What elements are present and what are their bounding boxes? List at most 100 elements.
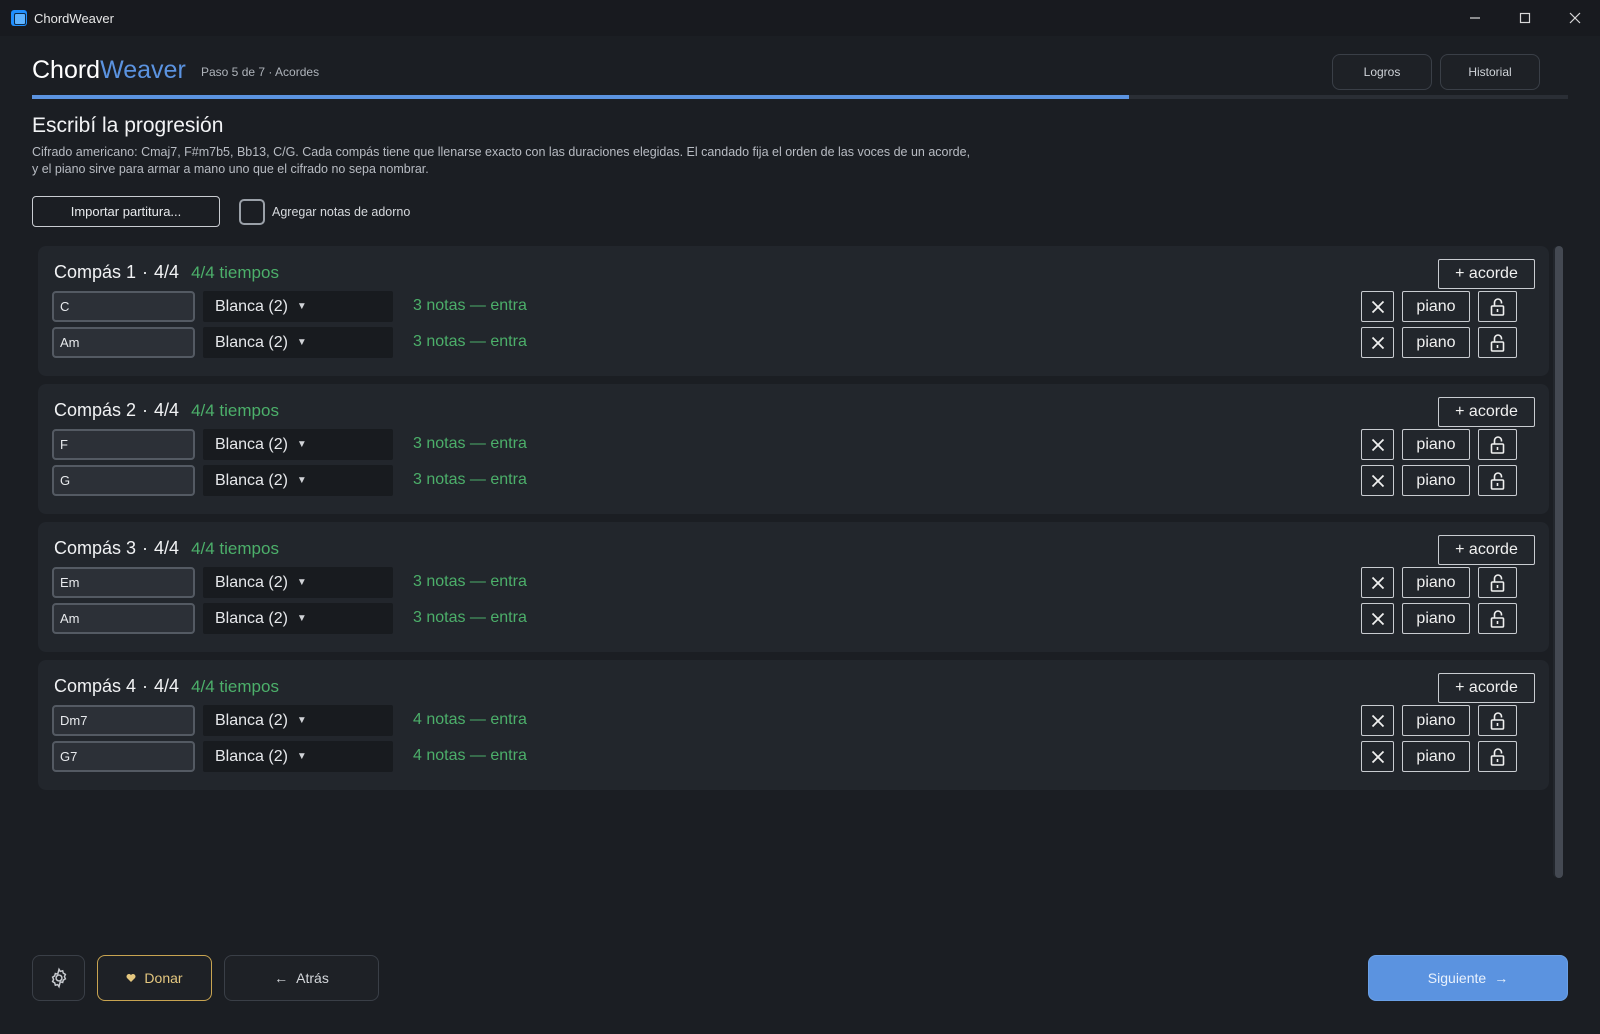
history-button[interactable]: Historial [1440,54,1540,90]
donate-label: Donar [144,970,183,986]
heart-icon [126,974,136,982]
duration-select[interactable]: Blanca (2) ▼ [203,603,393,634]
remove-chord-button[interactable] [1361,327,1394,358]
unlock-icon [1490,573,1504,592]
gear-icon [51,967,66,989]
voicing-lock-button[interactable] [1478,465,1517,496]
add-chord-button[interactable]: + acorde [1438,397,1535,427]
dropdown-caret-icon: ▼ [296,337,307,348]
chord-fit-status: 3 notas — entra [413,609,527,626]
donate-button[interactable]: Donar [97,955,212,1001]
duration-select[interactable]: Blanca (2) ▼ [203,567,393,598]
chord-row: Blanca (2) ▼ 3 notas — entra piano [52,327,1535,359]
maximize-button[interactable] [1500,0,1550,36]
chord-symbol-input[interactable] [52,705,195,736]
close-window-button[interactable] [1550,0,1600,36]
close-icon [1371,474,1384,487]
description-line-1: Cifrado americano: Cmaj7, F#m7b5, Bb13, … [32,145,971,159]
close-icon [1371,336,1384,349]
add-chord-button[interactable]: + acorde [1438,673,1535,703]
chord-symbol-input[interactable] [52,567,195,598]
maximize-icon [1519,12,1531,24]
dropdown-caret-icon: ▼ [296,751,307,762]
duration-select[interactable]: Blanca (2) ▼ [203,429,393,460]
chord-fit-status: 4 notas — entra [413,711,527,728]
voicing-lock-button[interactable] [1478,327,1517,358]
remove-chord-button[interactable] [1361,465,1394,496]
unlock-icon [1490,333,1504,352]
chord-fit-status: 3 notas — entra [413,435,527,452]
chord-fit-status: 3 notas — entra [413,333,527,350]
next-button[interactable]: Siguiente → [1368,955,1568,1001]
achievements-button[interactable]: Logros [1332,54,1432,90]
duration-select[interactable]: Blanca (2) ▼ [203,327,393,358]
close-icon [1371,750,1384,763]
bar-time-signature: 4/4 [154,400,180,420]
remove-chord-button[interactable] [1361,741,1394,772]
duration-select[interactable]: Blanca (2) ▼ [203,465,393,496]
chord-symbol-input[interactable] [52,603,195,634]
duration-select[interactable]: Blanca (2) ▼ [203,741,393,772]
bar-beats-status: 4/4 tiempos [191,401,279,420]
brand-logo: ChordWeaver [32,56,186,85]
chord-symbol-input[interactable] [52,465,195,496]
piano-button[interactable]: piano [1402,603,1470,634]
duration-select[interactable]: Blanca (2) ▼ [203,705,393,736]
piano-button[interactable]: piano [1402,741,1470,772]
piano-button[interactable]: piano [1402,465,1470,496]
back-button[interactable]: ← Atrás [224,955,379,1001]
title-bar: ChordWeaver [0,0,1600,36]
scrollbar-thumb[interactable] [1555,246,1563,878]
remove-chord-button[interactable] [1361,291,1394,322]
piano-button[interactable]: piano [1402,705,1470,736]
chord-symbol-input[interactable] [52,741,195,772]
bar-label: Compás 2 [54,400,137,420]
unlock-icon [1490,435,1504,454]
close-icon [1371,438,1384,451]
page-description: Cifrado americano: Cmaj7, F#m7b5, Bb13, … [32,144,1032,178]
remove-chord-button[interactable] [1361,603,1394,634]
chord-row: Blanca (2) ▼ 4 notas — entra piano [52,741,1535,773]
voicing-lock-button[interactable] [1478,741,1517,772]
voicing-lock-button[interactable] [1478,567,1517,598]
bar-time-signature: 4/4 [154,676,180,696]
step-indicator: Paso 5 de 7 · Acordes [201,65,320,79]
remove-chord-button[interactable] [1361,705,1394,736]
import-score-button[interactable]: Importar partitura... [32,196,220,227]
chord-symbol-input[interactable] [52,429,195,460]
voicing-lock-button[interactable] [1478,291,1517,322]
piano-button[interactable]: piano [1402,567,1470,598]
piano-button[interactable]: piano [1402,327,1470,358]
chord-row: Blanca (2) ▼ 4 notas — entra piano [52,705,1535,737]
voicing-lock-button[interactable] [1478,429,1517,460]
piano-button[interactable]: piano [1402,429,1470,460]
bar-title: Compás 3 · 4/4 4/4 tiempos [54,538,279,559]
add-chord-button[interactable]: + acorde [1438,259,1535,289]
ornament-notes-checkbox[interactable] [239,199,265,225]
settings-button[interactable] [32,955,85,1001]
voicing-lock-button[interactable] [1478,603,1517,634]
bar-card: Compás 1·4/4 4/4 tiempos + acorde Blanca … [38,246,1549,376]
bar-title-separator: · [142,676,149,696]
bar-beats-status: 4/4 tiempos [191,677,279,696]
duration-value: Blanca (2) [215,435,288,453]
close-icon [1371,576,1384,589]
remove-chord-button[interactable] [1361,567,1394,598]
chord-row: Blanca (2) ▼ 3 notas — entra piano [52,603,1535,635]
piano-button[interactable]: piano [1402,291,1470,322]
bar-card: Compás 2·4/4 4/4 tiempos + acorde Blanca … [38,384,1549,514]
duration-value: Blanca (2) [215,711,288,729]
chord-fit-status: 3 notas — entra [413,573,527,590]
bar-card: Compás 3·4/4 4/4 tiempos + acorde Blanca … [38,522,1549,652]
duration-select[interactable]: Blanca (2) ▼ [203,291,393,322]
chord-symbol-input[interactable] [52,291,195,322]
chord-symbol-input[interactable] [52,327,195,358]
dropdown-caret-icon: ▼ [296,715,307,726]
minimize-button[interactable] [1450,0,1500,36]
remove-chord-button[interactable] [1361,429,1394,460]
voicing-lock-button[interactable] [1478,705,1517,736]
bar-label: Compás 1 [54,262,137,282]
add-chord-button[interactable]: + acorde [1438,535,1535,565]
bar-title-separator: · [142,538,149,558]
brand-part-weaver: Weaver [100,56,186,84]
